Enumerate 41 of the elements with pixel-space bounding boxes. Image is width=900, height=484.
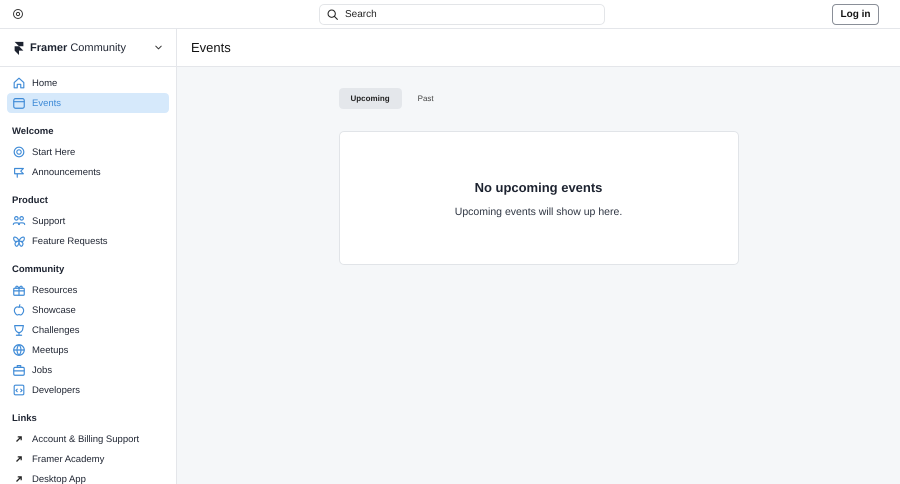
brand-name: Framer Community xyxy=(30,42,127,54)
sidebar-item[interactable]: Developers xyxy=(7,380,169,400)
sidebar-item[interactable]: Home xyxy=(7,73,169,93)
briefcase-icon xyxy=(12,363,26,377)
empty-state-message: Upcoming events will show up here. xyxy=(454,206,622,218)
sidebar-item[interactable]: Account & Billing Support xyxy=(7,429,169,449)
sidebar-item[interactable]: Jobs xyxy=(7,360,169,380)
tab[interactable]: Upcoming xyxy=(338,88,402,109)
calendar-icon xyxy=(12,96,26,110)
section-heading: Community xyxy=(11,263,66,277)
sidebar-item[interactable]: Framer Academy xyxy=(7,449,169,469)
code-window-icon xyxy=(12,383,26,397)
sidebar-item[interactable]: Showcase xyxy=(7,300,169,320)
trophy-icon xyxy=(12,323,26,337)
framer-logo-icon xyxy=(12,40,26,56)
people-icon xyxy=(12,214,26,228)
sidebar-item[interactable]: Feature Requests xyxy=(7,231,169,251)
search-icon xyxy=(326,8,339,20)
apple-icon xyxy=(12,303,26,317)
sidebar-item[interactable]: Challenges xyxy=(7,320,169,340)
butterfly-icon xyxy=(12,234,26,248)
sidebar-item[interactable]: Desktop App xyxy=(7,469,169,484)
login-button[interactable]: Log in xyxy=(832,4,879,24)
arrow-up-right-icon xyxy=(14,474,24,484)
sidebar-item[interactable]: Meetups xyxy=(7,340,169,360)
section-heading: Product xyxy=(11,194,49,208)
arrow-up-right-icon xyxy=(14,434,24,444)
sidebar-item[interactable]: Announcements xyxy=(7,162,169,182)
sidebar-item[interactable]: Support xyxy=(7,211,169,231)
empty-state-title: No upcoming events xyxy=(474,180,602,195)
section-heading: Welcome xyxy=(11,125,55,139)
globe-icon xyxy=(12,343,26,357)
sidebar-item[interactable]: Start Here xyxy=(7,142,169,162)
home-icon xyxy=(12,76,26,90)
search-field[interactable]: Search xyxy=(319,4,605,24)
arrow-up-right-icon xyxy=(14,454,24,464)
tab[interactable]: Past xyxy=(406,88,446,109)
section-heading: Links xyxy=(11,412,38,426)
page-title: Events xyxy=(191,40,231,55)
sidebar-item[interactable]: Resources xyxy=(7,280,169,300)
gift-icon xyxy=(12,283,26,297)
